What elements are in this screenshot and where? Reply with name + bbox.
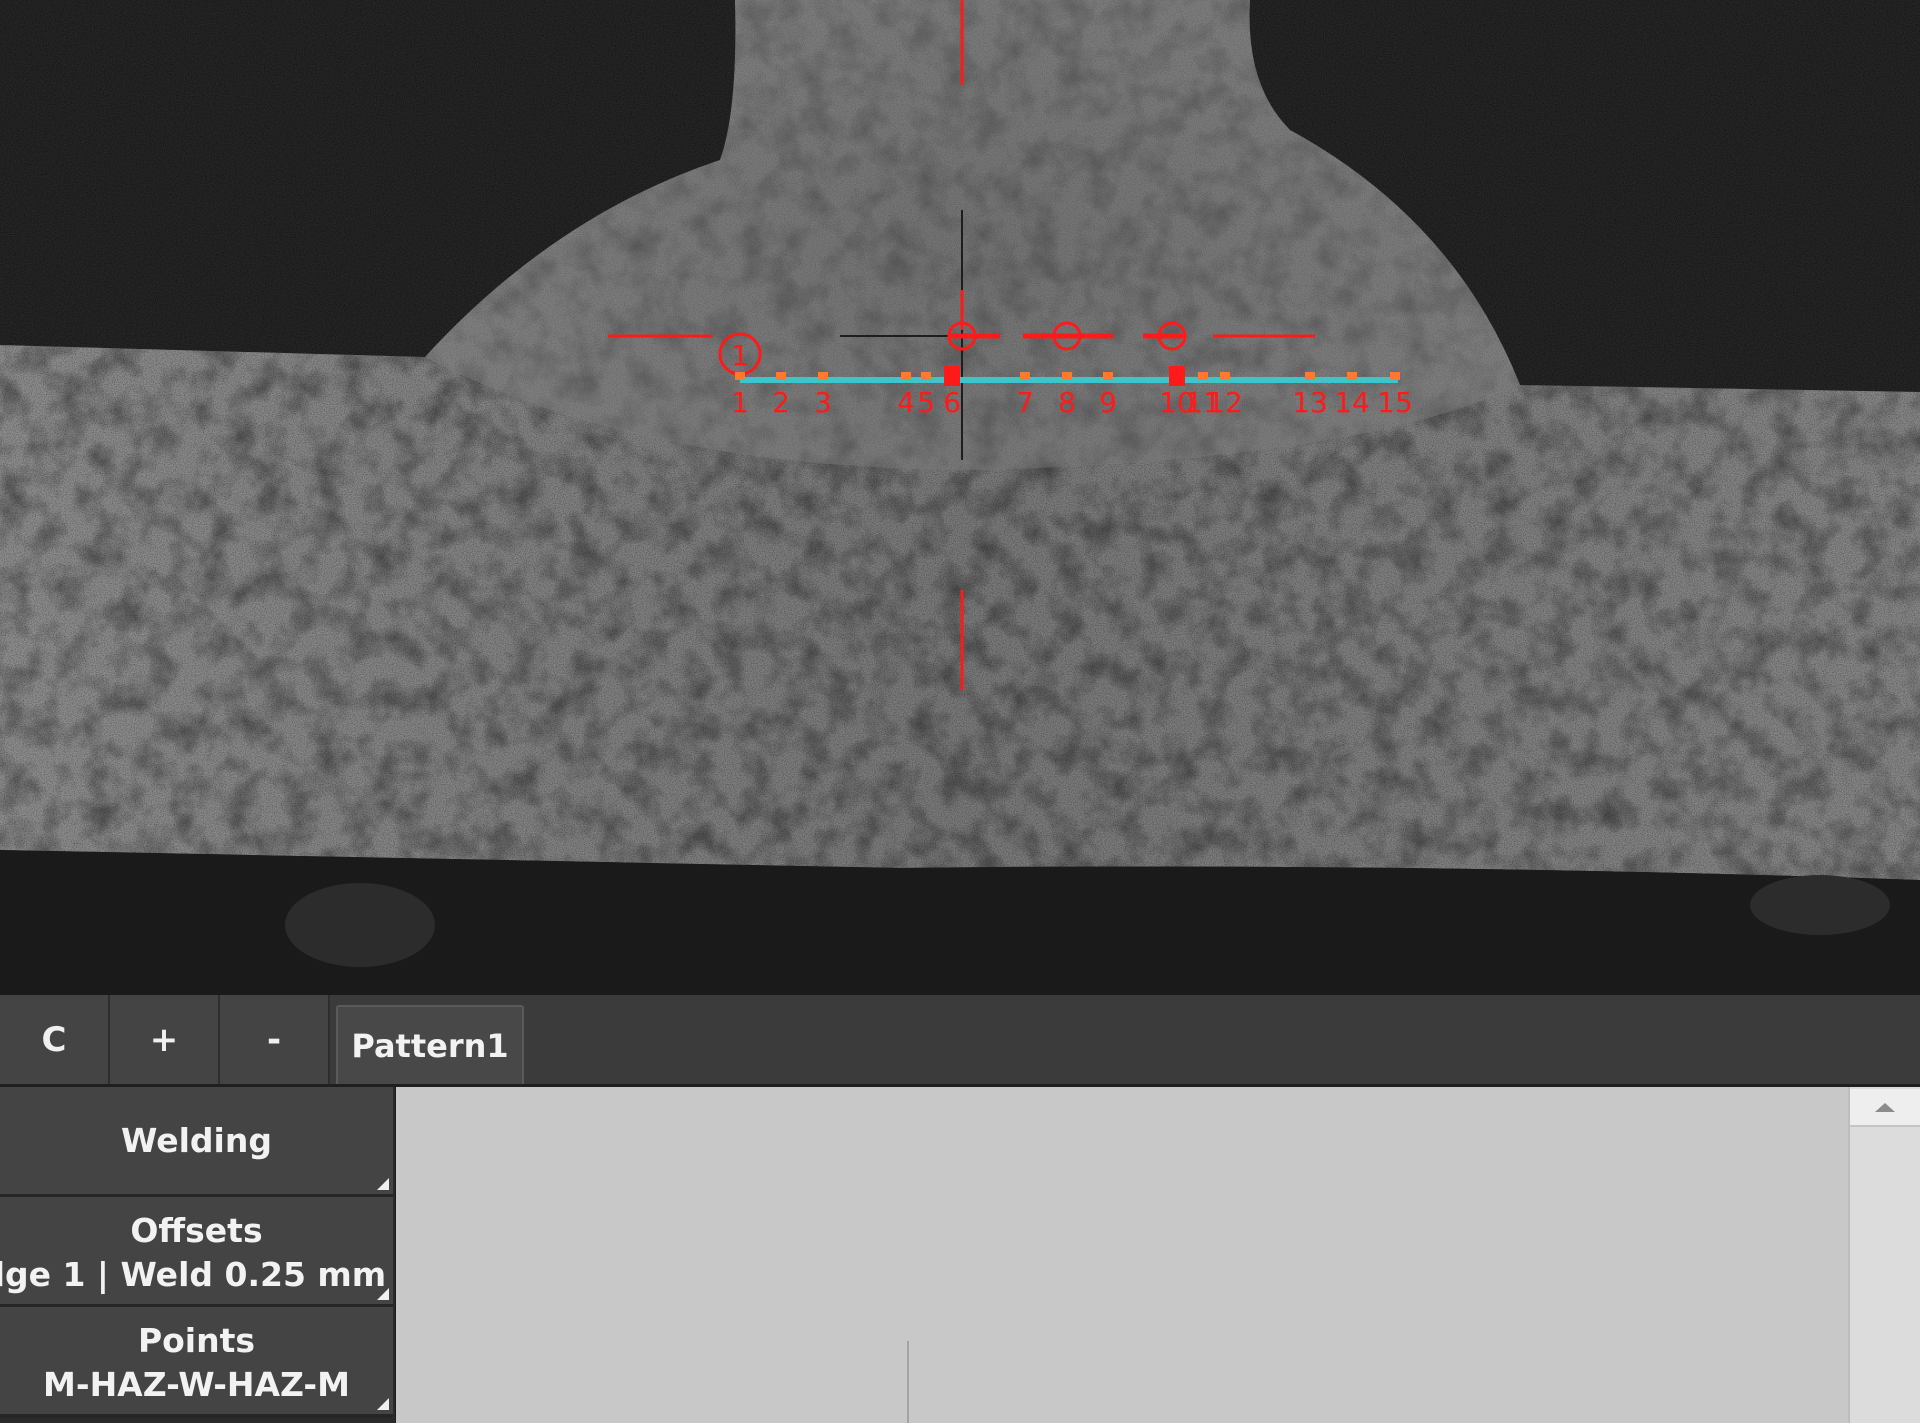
measurement-point-label: 3 (814, 386, 832, 419)
scroll-up-arrow-icon[interactable] (1850, 1089, 1920, 1127)
pattern-toolbar: C + - Pattern1 (0, 995, 1920, 1087)
measurement-point-label: 5 (917, 386, 935, 419)
points-value: M-HAZ-W-HAZ-M (43, 1364, 350, 1404)
measurement-point-label: 12 (1207, 386, 1243, 419)
welding-card[interactable]: Welding (0, 1087, 393, 1197)
weld-specimen-image: 11 2 3 4 5 6 7 8 9 101112 13 14 15 (0, 0, 1920, 995)
measurement-point-label: 8 (1058, 386, 1076, 419)
measurement-point-key-marker (1169, 366, 1185, 386)
expand-corner-icon (377, 1288, 389, 1300)
remove-pattern-button[interactable]: - (220, 995, 330, 1084)
measurement-point-marker (818, 372, 828, 380)
image-viewport[interactable]: 1 1 2 3 4 5 6 7 8 9 10 11 12 13 14 15 (0, 0, 1920, 995)
measurement-point-marker (735, 372, 745, 380)
welding-title: Welding (121, 1120, 272, 1160)
measurement-point-marker (1390, 372, 1400, 380)
offsets-value: Edge 1 | Weld 0.25 mm (0, 1254, 387, 1294)
points-title: Points (137, 1320, 256, 1360)
measurement-point-label: 2 (772, 386, 790, 419)
measurement-point-label: 9 (1099, 386, 1117, 419)
add-pattern-button[interactable]: + (110, 995, 220, 1084)
measurement-point-label: 13 (1292, 386, 1328, 419)
clear-button[interactable]: C (0, 995, 110, 1084)
measurement-point-marker (1103, 372, 1113, 380)
measurement-point-marker (1062, 372, 1072, 380)
measurement-point-key-marker (944, 366, 960, 386)
expand-corner-icon (377, 1398, 389, 1410)
offsets-title: Offsets (130, 1210, 263, 1250)
measurement-point-marker (921, 372, 931, 380)
measurement-point-marker (901, 372, 911, 380)
measurement-point-marker (1305, 372, 1315, 380)
measurement-point-label: 15 (1377, 386, 1413, 419)
expand-corner-icon (377, 1178, 389, 1190)
measurement-point-marker (1220, 372, 1230, 380)
measurement-point-marker (1020, 372, 1030, 380)
measurement-point-label: 1 (731, 386, 749, 419)
points-card[interactable]: Points M-HAZ-W-HAZ-M (0, 1307, 393, 1417)
measurement-point-label: 14 (1334, 386, 1370, 419)
pattern-content-area[interactable] (396, 1087, 1848, 1423)
measurement-point-label: 7 (1016, 386, 1034, 419)
content-divider (907, 1341, 909, 1423)
measurement-point-label: 4 (897, 386, 915, 419)
measurement-point-marker (1198, 372, 1208, 380)
tab-pattern1[interactable]: Pattern1 (336, 1005, 524, 1084)
vertical-scrollbar[interactable] (1848, 1087, 1920, 1423)
line-marker-label: 1 (731, 339, 749, 372)
measurement-point-marker (776, 372, 786, 380)
measurement-point-marker (1347, 372, 1357, 380)
measurement-point-label: 6 (943, 386, 961, 419)
offsets-card[interactable]: Offsets Edge 1 | Weld 0.25 mm (0, 1197, 393, 1307)
settings-panel: Welding Offsets Edge 1 | Weld 0.25 mm Po… (0, 1087, 395, 1423)
